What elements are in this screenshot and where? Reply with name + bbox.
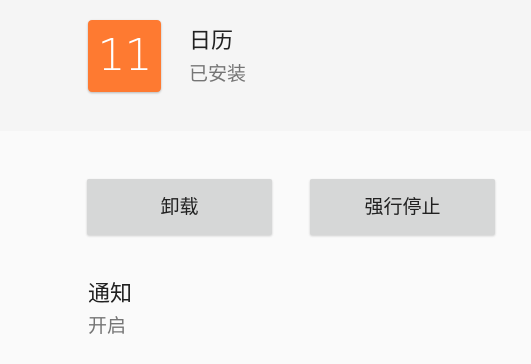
notifications-value: 开启	[88, 315, 127, 337]
calendar-app-icon: 11	[88, 20, 161, 92]
notifications-setting-row[interactable]	[0, 268, 531, 364]
app-name: 日历	[189, 29, 234, 54]
uninstall-button[interactable]: 卸载	[87, 179, 272, 235]
notifications-title: 通知	[88, 282, 133, 307]
app-install-status: 已安装	[189, 63, 247, 85]
force-stop-button[interactable]: 强行停止	[310, 179, 495, 235]
app-header: 11 日历 已安装	[0, 0, 531, 131]
